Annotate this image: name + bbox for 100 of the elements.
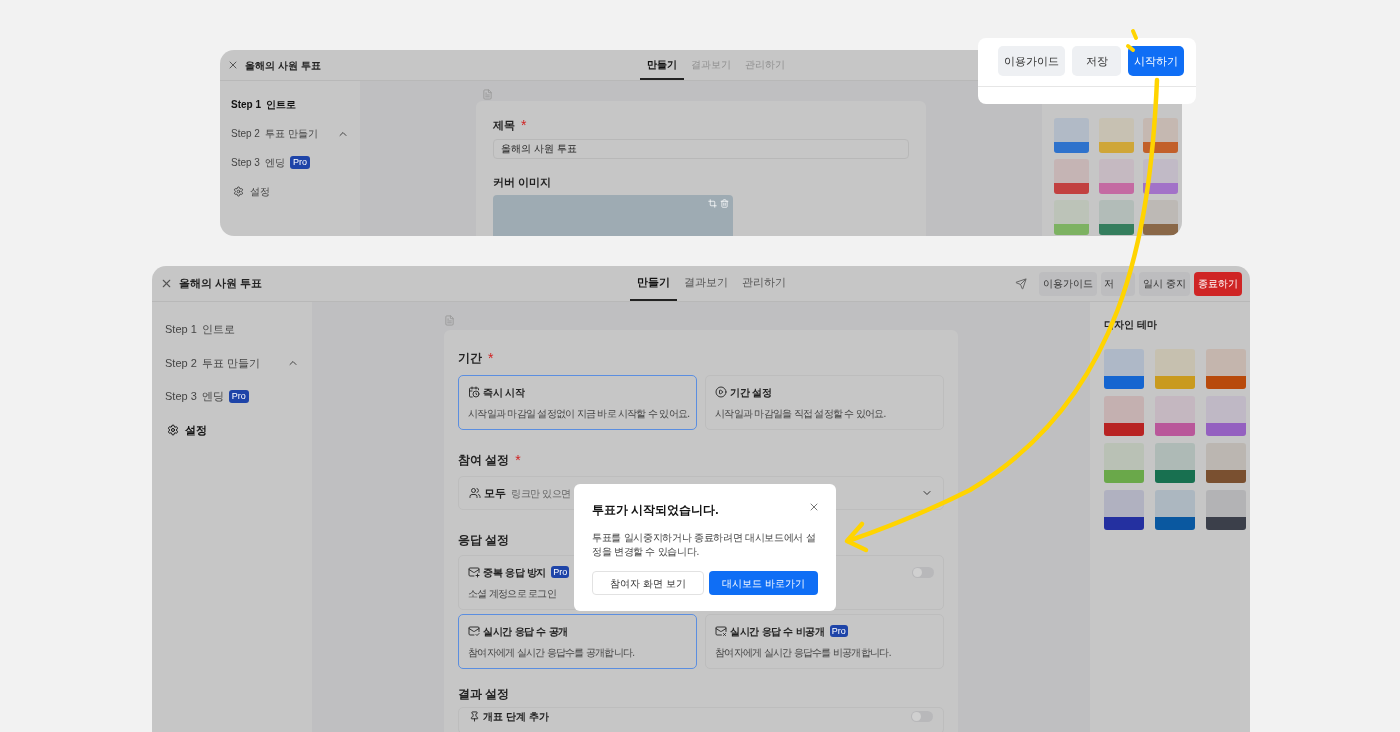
sidebar-item[interactable]: Step 2 투표 만들기 [165, 354, 299, 371]
pin-icon [469, 711, 480, 722]
sidebar-label: 엔딩 [201, 389, 224, 404]
sidebar-item[interactable]: 설정 [231, 184, 349, 199]
theme-swatch[interactable] [1104, 396, 1144, 436]
option-card[interactable]: 개표 단계 추가 [458, 707, 944, 732]
close-icon[interactable] [227, 59, 239, 71]
sidebar-item[interactable]: 설정 [165, 421, 299, 438]
option-description: 시작일과 마감일 설정없이 지금 바로 시작할 수 있어요. [468, 407, 690, 420]
option-card[interactable]: 실시간 응답 수 비공개 Pro 참여자에게 실시간 응답수를 비공개합니다. [705, 614, 944, 669]
theme-swatch[interactable] [1155, 443, 1195, 483]
window-title: 올해의 사원 투표 [179, 276, 263, 292]
envelope-check-icon [468, 625, 480, 637]
theme-swatch[interactable] [1098, 200, 1134, 235]
option-title: 실시간 응답 수 비공개 [730, 624, 825, 639]
window-title: 올해의 사원 투표 [245, 58, 321, 73]
toolbar-button[interactable]: 이용가이드 [998, 46, 1065, 76]
theme-swatch[interactable] [1206, 490, 1246, 530]
theme-swatch[interactable] [1143, 200, 1179, 235]
option-title: 개표 단계 추가 [483, 710, 549, 723]
toggle-switch[interactable] [912, 566, 934, 578]
step-number: Step 2 [231, 127, 260, 141]
sidebar-item[interactable]: Step 2 투표 만들기 [231, 126, 349, 141]
close-icon[interactable] [160, 277, 173, 290]
people-icon [469, 487, 481, 499]
document-icon [444, 315, 455, 326]
sidebar-label: 설정 [185, 422, 207, 438]
play-icon [715, 386, 727, 398]
step-number: Step 1 [165, 322, 197, 337]
pro-badge: Pro [551, 566, 570, 578]
sidebar-label: 투표 만들기 [264, 127, 318, 141]
select-value: 모두 [484, 485, 506, 501]
option-card[interactable]: 기간 설정 시작일과 마감일을 직접 설정할 수 있어요. [705, 375, 944, 430]
pro-badge: Pro [829, 625, 848, 637]
step-number: Step 1 [231, 98, 261, 112]
theme-swatch[interactable] [1098, 118, 1134, 153]
field-label: 커버 이미지 [493, 174, 553, 190]
toolbar-button[interactable]: 일시 중지 [1139, 271, 1190, 296]
theme-swatch[interactable] [1054, 159, 1089, 194]
sidebar-item[interactable]: Step 3 엔딩 Pro [231, 155, 349, 170]
close-icon[interactable] [808, 501, 820, 513]
sidebar-label: 설정 [250, 185, 270, 199]
sidebar-label: 인트로 [201, 322, 235, 337]
trash-icon[interactable] [720, 199, 729, 208]
option-description: 참여자에게 실시간 응답수를 비공개합니다. [715, 646, 891, 659]
envelope-x-icon [715, 625, 727, 637]
toolbar-button[interactable]: 종료하기 [1194, 271, 1242, 296]
required-asterisk: * [515, 453, 521, 467]
sidebar-item[interactable]: Step 3 엔딩 Pro [165, 388, 299, 405]
envelope-plus-icon [468, 566, 480, 578]
theme-swatch[interactable] [1054, 118, 1089, 153]
highlight-marks-drawing [1126, 29, 1138, 52]
theme-swatch[interactable] [1104, 490, 1144, 530]
theme-swatch[interactable] [1155, 349, 1195, 389]
theme-swatch[interactable] [1206, 443, 1246, 483]
sidebar-label: 인트로 [266, 98, 296, 112]
theme-swatch[interactable] [1104, 443, 1144, 483]
calendar-clock-icon [468, 386, 480, 398]
settings-icon [233, 186, 244, 197]
option-description: 소셜 계정으로 로그인 [468, 587, 556, 600]
theme-swatch[interactable] [1206, 349, 1246, 389]
sidebar-label: 엔딩 [264, 156, 285, 170]
option-description: 시작일과 마감일을 직접 설정할 수 있어요. [715, 407, 886, 420]
toolbar-button[interactable]: 저장 [1072, 46, 1121, 76]
theme-swatch[interactable] [1155, 396, 1195, 436]
sidebar-item[interactable]: Step 1 인트로 [231, 97, 349, 112]
option-card[interactable]: 실시간 응답 수 공개 참여자에게 실시간 응답수를 공개합니다. [458, 614, 697, 669]
section-title: 결과 설정 [458, 686, 510, 701]
send-icon[interactable] [1015, 277, 1028, 290]
theme-swatch[interactable] [1155, 490, 1195, 530]
crop-icon[interactable] [708, 199, 717, 208]
sidebar-item[interactable]: Step 1 인트로 [165, 321, 299, 338]
required-asterisk: * [521, 118, 527, 133]
select-hint: 링크만 있으면 [511, 486, 571, 501]
toolbar-button[interactable]: 시작하기 [1128, 46, 1184, 76]
required-asterisk: * [488, 351, 494, 365]
theme-swatch[interactable] [1104, 349, 1144, 389]
theme-swatch[interactable] [1143, 159, 1179, 194]
toolbar-button[interactable]: 이용가이드 [1039, 271, 1098, 296]
document-icon [482, 89, 493, 100]
theme-swatch[interactable] [1143, 118, 1179, 153]
option-title: 즉시 시작 [483, 385, 525, 400]
toggle-switch[interactable] [911, 711, 933, 722]
section-title: 응답 설정 [458, 532, 510, 547]
theme-swatch[interactable] [1054, 200, 1089, 235]
tab[interactable]: 결과보기 [677, 266, 735, 301]
step-number: Step 3 [231, 156, 260, 170]
field-label: 제목 [493, 118, 515, 133]
sidebar-label: 투표 만들기 [201, 355, 260, 371]
step-number: Step 2 [165, 355, 197, 371]
tab[interactable]: 관리하기 [735, 266, 793, 301]
dialog-button[interactable]: 대시보드 바로가기 [708, 571, 818, 595]
option-card[interactable]: 즉시 시작 시작일과 마감일 설정없이 지금 바로 시작할 수 있어요. [458, 375, 697, 430]
pro-badge: Pro [228, 389, 249, 403]
title-input-field[interactable]: 올해의 사원 투표 [493, 138, 909, 159]
option-description: 참여자에게 실시간 응답수를 공개합니다. [468, 646, 635, 659]
dialog-button[interactable]: 참여자 화면 보기 [592, 571, 704, 595]
step-number: Step 3 [165, 389, 197, 404]
theme-swatch[interactable] [1098, 159, 1134, 194]
theme-swatch[interactable] [1206, 396, 1246, 436]
